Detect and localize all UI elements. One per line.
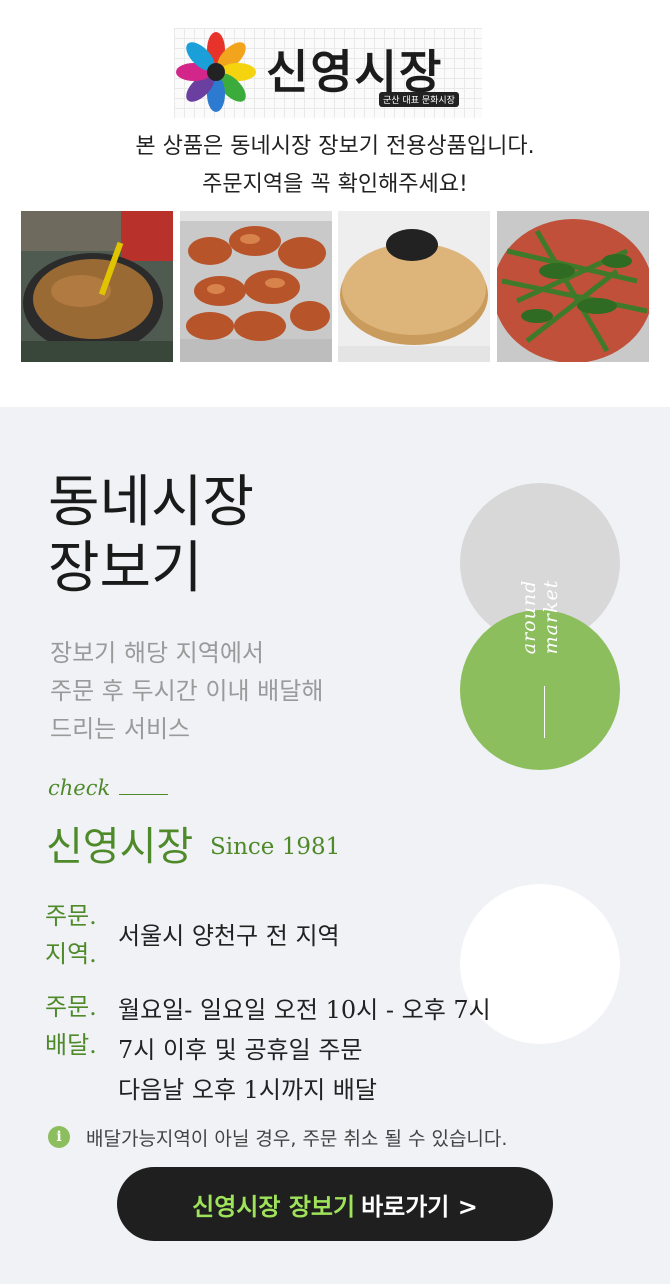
market-since: Since 1981 — [210, 834, 341, 860]
notice-line-1: 본 상품은 동네시장 장보기 전용상품입니다. — [135, 134, 535, 159]
delivery-label-2: 배달. — [45, 1031, 97, 1059]
market-logo: 신영시장 군산 대표 문화시장 — [174, 28, 482, 118]
delivery-label-1: 주문. — [45, 993, 97, 1021]
title-line-2: 장보기 — [48, 536, 203, 601]
flower-logo-icon — [176, 32, 256, 112]
info-icon: i — [48, 1126, 70, 1148]
cta-highlight: 신영시장 장보기 — [192, 1192, 356, 1221]
photo-sesame-bread — [338, 211, 490, 362]
order-area-label: 주문. 지역. — [45, 897, 97, 973]
check-divider — [119, 794, 168, 795]
delivery-line-1: 월요일- 일요일 오전 10시 - 오후 7시 — [118, 996, 491, 1024]
around-market-label: around market — [518, 579, 562, 655]
go-shopping-button[interactable]: 신영시장 장보기 바로가기 > — [117, 1167, 553, 1241]
around-market-line — [544, 686, 545, 738]
photo-fried-chicken — [180, 211, 332, 362]
check-label: check — [48, 776, 111, 800]
notice-line-2: 주문지역을 꼭 확인해주세요! — [202, 172, 468, 197]
info-notice: 배달가능지역이 아닐 경우, 주문 취소 될 수 있습니다. — [86, 1128, 508, 1150]
logo-tagline: 군산 대표 문화시장 — [379, 92, 459, 107]
delivery-line-2: 7시 이후 및 공휴일 주문 — [118, 1036, 363, 1064]
order-area-value: 서울시 양천구 전 지역 — [118, 922, 340, 950]
market-name: 신영시장 — [46, 824, 194, 870]
order-area-label-1: 주문. — [45, 902, 97, 930]
cta-label: 바로가기 > — [361, 1192, 478, 1221]
product-photo-strip — [21, 211, 649, 362]
delivery-line-3: 다음날 오후 1시까지 배달 — [118, 1076, 377, 1104]
page: 신영시장 군산 대표 문화시장 본 상품은 동네시장 장보기 전용상품입니다. … — [0, 0, 670, 1284]
order-area-label-2: 지역. — [45, 940, 97, 968]
description-line-3: 드리는 서비스 — [50, 715, 191, 743]
top-banner: 신영시장 군산 대표 문화시장 본 상품은 동네시장 장보기 전용상품입니다. … — [0, 0, 670, 407]
description-line-2: 주문 후 두시간 이내 배달해 — [50, 677, 324, 705]
page-title: 동네시장 장보기 — [48, 470, 254, 602]
title-line-1: 동네시장 — [48, 470, 255, 535]
photo-seasoning-paste — [21, 211, 173, 362]
delivery-label: 주문. 배달. — [45, 988, 97, 1064]
photo-greens-kimchi — [497, 211, 649, 362]
description-line-1: 장보기 해당 지역에서 — [50, 639, 264, 667]
